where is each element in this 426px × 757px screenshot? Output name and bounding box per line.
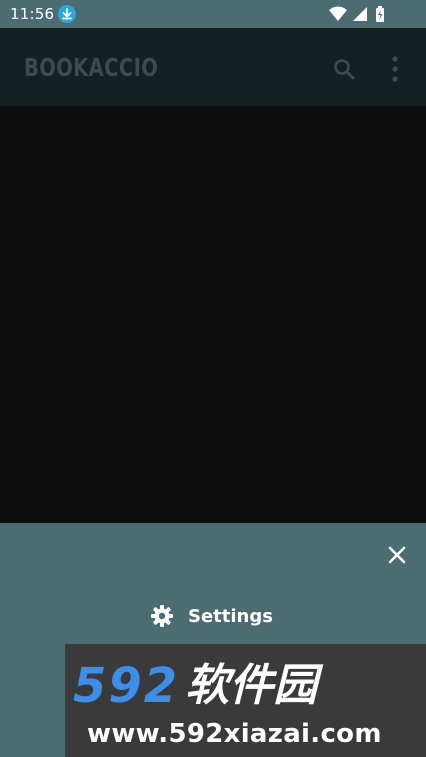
wifi-icon (329, 6, 347, 21)
watermark: 592 软件园 www.592xiazai.com (65, 644, 426, 757)
settings-button[interactable]: Settings (150, 601, 273, 631)
close-icon[interactable] (383, 541, 411, 569)
app-bar: BOOKACCIO (0, 28, 426, 106)
watermark-url: www.592xiazai.com (87, 719, 382, 749)
search-icon[interactable] (332, 57, 356, 81)
status-time: 11:56 (10, 5, 55, 23)
signal-icon (353, 7, 367, 21)
watermark-logo: 592 软件园 (73, 658, 317, 714)
download-icon (58, 5, 76, 23)
settings-label: Settings (188, 605, 273, 627)
status-bar: 11:56 (0, 0, 426, 28)
gear-icon (150, 604, 174, 628)
status-icons (328, 5, 398, 23)
watermark-chars: 软件园 (185, 660, 318, 711)
watermark-digits: 592 (73, 658, 180, 714)
more-vert-icon[interactable] (388, 55, 402, 83)
content-area (0, 106, 426, 523)
app-title: BOOKACCIO (24, 53, 159, 82)
battery-icon (376, 6, 384, 22)
app-screen: 11:56 BOOKACCIO Settings 592 软件园 www.592… (0, 0, 426, 757)
